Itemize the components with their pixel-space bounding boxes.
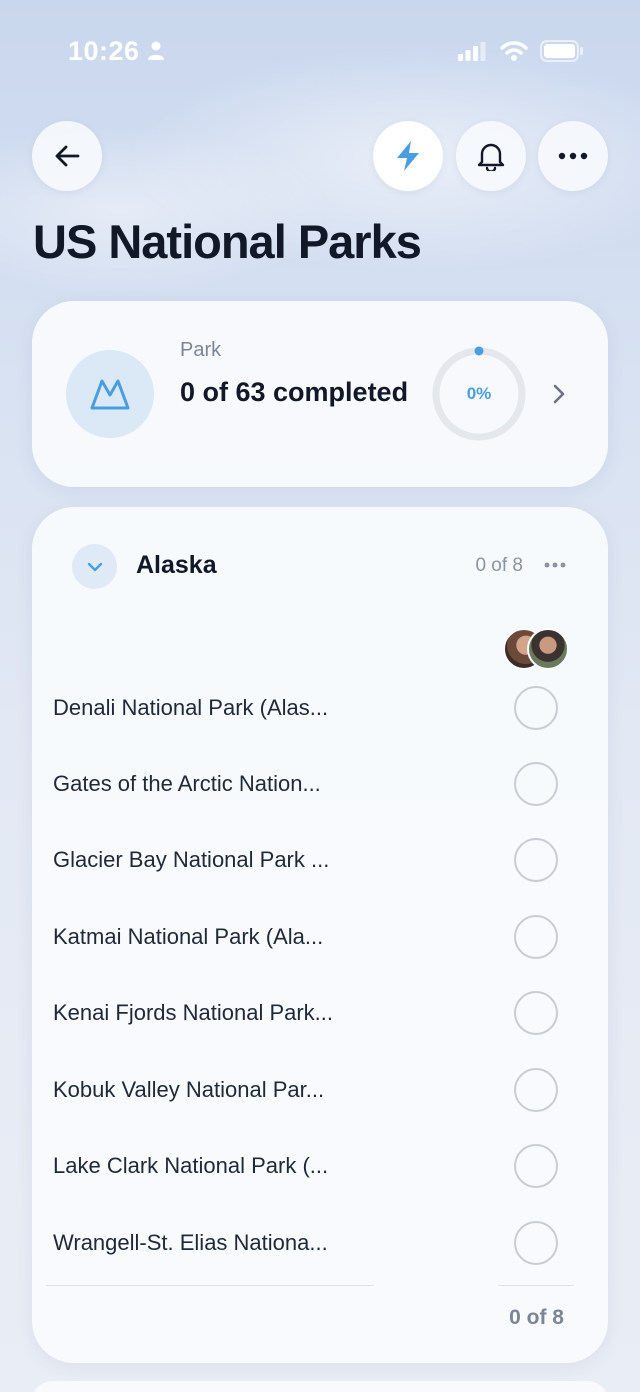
ellipsis-icon <box>558 152 588 160</box>
list-item[interactable]: Gates of the Arctic Nation... <box>32 749 608 825</box>
park-name: Lake Clark National Park (... <box>53 1153 329 1178</box>
wifi-icon <box>500 41 528 61</box>
group-card-alaska: Alaska 0 of 8 Denali National Park (Alas… <box>32 507 608 1363</box>
group-progress-count: 0 of 8 <box>475 555 523 576</box>
more-options-button[interactable] <box>538 121 608 191</box>
progress-percent: 0% <box>466 384 492 403</box>
completion-checkbox[interactable] <box>514 762 558 806</box>
completed-count: 0 of 63 completed <box>180 377 409 407</box>
list-item[interactable]: Katmai National Park (Ala... <box>32 902 608 978</box>
status-time: 10:26 <box>68 36 140 66</box>
completion-checkbox[interactable] <box>514 1068 558 1112</box>
group-footer-count: 0 of 8 <box>509 1306 564 1329</box>
completion-checkbox[interactable] <box>514 991 558 1035</box>
completion-checkbox[interactable] <box>514 1221 558 1265</box>
bell-icon <box>477 143 505 171</box>
list-item[interactable]: Glacier Bay National Park ... <box>32 825 608 901</box>
group-more-options-icon[interactable] <box>544 562 566 568</box>
page-title: US National Parks <box>33 215 422 268</box>
park-name: Glacier Bay National Park ... <box>53 847 330 872</box>
park-name: Wrangell-St. Elias Nationa... <box>53 1230 328 1255</box>
avatar <box>527 628 569 670</box>
battery-icon <box>540 40 583 62</box>
quick-action-button[interactable] <box>373 121 443 191</box>
park-name: Katmai National Park (Ala... <box>53 924 324 949</box>
cellular-signal-icon <box>458 42 486 61</box>
completion-checkbox[interactable] <box>514 1144 558 1188</box>
category-label: Park <box>180 339 222 361</box>
back-button[interactable] <box>32 121 102 191</box>
park-name: Kobuk Valley National Par... <box>53 1077 325 1102</box>
completion-checkbox[interactable] <box>514 686 558 730</box>
list-item[interactable]: Kobuk Valley National Par... <box>32 1055 608 1131</box>
arrow-left-icon <box>55 145 80 167</box>
list-item[interactable]: Wrangell-St. Elias Nationa... <box>32 1208 608 1284</box>
notifications-button[interactable] <box>456 121 526 191</box>
list-item[interactable]: Lake Clark National Park (... <box>32 1131 608 1207</box>
list-item[interactable]: Kenai Fjords National Park... <box>32 978 608 1054</box>
park-name: Kenai Fjords National Park... <box>53 1000 334 1025</box>
lightning-bolt-icon <box>397 141 419 171</box>
divider <box>46 1285 374 1286</box>
person-icon <box>148 41 164 60</box>
category-icon-badge <box>66 350 154 438</box>
divider <box>498 1285 574 1286</box>
mountain-icon <box>90 379 130 410</box>
next-group-card[interactable] <box>32 1381 608 1392</box>
status-bar: 10:26 <box>0 0 640 104</box>
collaborator-avatars[interactable] <box>503 628 573 670</box>
list-item[interactable]: Denali National Park (Alas... <box>32 673 608 749</box>
completion-checkbox[interactable] <box>514 838 558 882</box>
park-name: Denali National Park (Alas... <box>53 695 329 720</box>
chevron-down-icon <box>87 562 102 571</box>
group-title: Alaska <box>136 551 217 579</box>
park-name: Gates of the Arctic Nation... <box>53 771 321 796</box>
collapse-toggle-button[interactable] <box>72 544 117 589</box>
chevron-right-icon <box>553 384 565 404</box>
progress-summary-card[interactable]: Park 0 of 63 completed 0% <box>32 301 608 487</box>
completion-checkbox[interactable] <box>514 915 558 959</box>
